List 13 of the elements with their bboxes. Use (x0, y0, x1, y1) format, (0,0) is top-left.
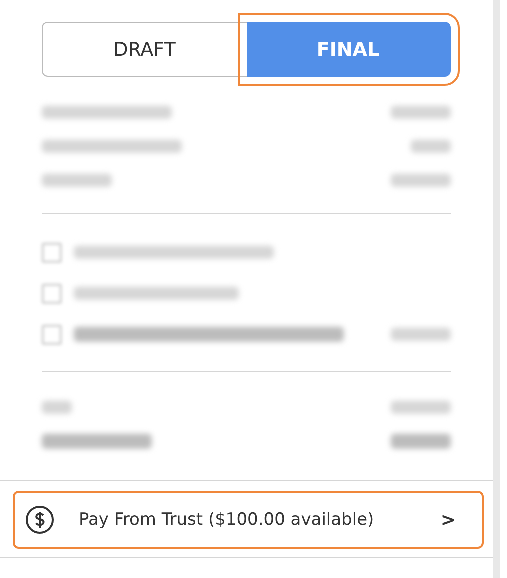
pay-label: Pay From Trust ($100.00 available) (79, 510, 376, 530)
blurred-text (411, 140, 451, 152)
mode-tab[interactable]: DRAFT (42, 22, 246, 77)
blurred-text (391, 328, 451, 341)
dollar-icon (25, 505, 55, 535)
blurred-text (391, 174, 451, 186)
blurred-text (391, 106, 451, 118)
pay-from-trust-button[interactable]: Pay From Trust ($100.00 available) > (13, 491, 484, 549)
blurred-text (391, 434, 451, 448)
chevron-icon: > (440, 510, 456, 530)
blurred-text (42, 400, 72, 414)
blurred-text (391, 400, 451, 414)
blurred-text (42, 174, 112, 186)
